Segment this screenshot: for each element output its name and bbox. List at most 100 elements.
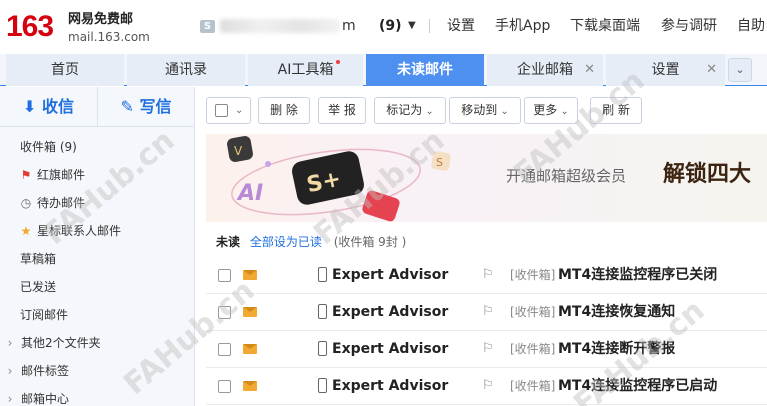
sidebar-item-other-folders[interactable]: › 其他2个文件夹 [0,329,194,357]
mail-subject[interactable]: MT4连接监控程序已启动 [558,377,717,395]
mail-subject[interactable]: MT4连接监控程序已关闭 [558,266,717,284]
sidebar-item-label: 已发送 [20,280,57,294]
mobile-phone-icon [318,378,327,393]
tab-unread-mail[interactable]: 未读邮件 [366,54,484,86]
sidebar-item-label: 星标联系人邮件 [37,224,122,238]
tab-bar: 首页 通讯录 AI工具箱 未读邮件 企业邮箱 ✕ 设置 ✕ ⌄ [0,54,767,86]
logo-number[interactable]: 163 [6,10,54,44]
mail-folder-tag: [收件箱] [510,305,556,319]
mail-subject[interactable]: MT4连接恢复通知 [558,303,675,321]
mail-row[interactable]: Expert Advisor ⚐ [收件箱] MT4连接断开警报 [206,331,767,368]
chevron-right-icon: › [7,336,13,350]
tab-label: AI工具箱 [277,62,334,78]
sidebar-item-todo[interactable]: ◷ 待办邮件 [0,189,194,217]
flag-icon[interactable]: ⚐ [482,303,494,321]
write-label: 写信 [139,97,172,116]
sidebar-item-sent[interactable]: 已发送 [0,273,194,301]
logo-domain: mail.163.com [68,30,150,44]
unread-envelope-icon [243,270,257,280]
nav-survey[interactable]: 参与调研 [661,17,717,35]
sidebar-item-label: 邮件标签 [21,364,70,378]
nav-self-service[interactable]: 自助 [737,17,765,35]
tab-enterprise-mail[interactable]: 企业邮箱 ✕ [487,54,603,86]
nav-mobile-app[interactable]: 手机App [495,17,550,35]
refresh-button[interactable]: 刷 新 [590,97,642,124]
sidebar-item-flagged[interactable]: ⚑ 红旗邮件 [0,161,194,189]
mark-all-read-link[interactable]: 全部设为已读 [250,235,322,249]
mail-row[interactable]: Expert Advisor ⚐ [收件箱] MT4连接监控程序已启动 [206,368,767,405]
tab-label: 企业邮箱 [517,62,573,78]
sidebar-item-subscriptions[interactable]: 订阅邮件 [0,301,194,329]
mail-sender: Expert Advisor [332,304,449,320]
delete-button[interactable]: 删 除 [258,97,310,124]
main-panel: ⌄ 删 除 举 报 标记为 ⌄ 移动到 ⌄ 更多 ⌄ 刷 新 V AI S+ S… [196,87,767,406]
more-label: 更多 [533,103,558,117]
write-button[interactable]: ✎ 写信 [97,87,194,127]
red-flag-icon: ⚑ [20,168,32,182]
sidebar-item-label: 订阅邮件 [20,308,69,322]
row-checkbox[interactable] [218,306,231,319]
row-checkbox[interactable] [218,380,231,393]
select-all-checkbox[interactable] [215,104,228,117]
more-button[interactable]: 更多 ⌄ [524,97,578,124]
divider [429,19,430,33]
mobile-phone-icon [318,341,327,356]
chevron-down-icon: ⌄ [497,106,509,117]
banner-title: 解锁四大 [663,162,752,187]
mail-row[interactable]: Expert Advisor ⚐ [收件箱] MT4连接监控程序已关闭 [206,257,767,294]
chevron-right-icon: › [7,364,13,378]
move-to-button[interactable]: 移动到 ⌄ [449,97,521,124]
chevron-down-icon[interactable]: ⌄ [728,58,752,82]
star-icon: ★ [20,224,32,238]
chevron-down-icon[interactable]: ▼ [408,17,416,35]
tab-ai-tools[interactable]: AI工具箱 [248,54,363,86]
mail-sender: Expert Advisor [332,378,449,394]
row-checkbox[interactable] [218,343,231,356]
unread-envelope-icon [243,307,257,317]
mail-row[interactable]: Expert Advisor ⚐ [收件箱] MT4连接恢复通知 [206,294,767,331]
sidebar-item-mail-center[interactable]: › 邮箱中心 [0,385,194,406]
flag-icon[interactable]: ⚐ [482,266,494,284]
chevron-right-icon: › [7,392,13,406]
sidebar-item-label: 其他2个文件夹 [21,336,101,350]
flag-icon[interactable]: ⚐ [482,377,494,395]
tab-contacts[interactable]: 通讯录 [127,54,245,86]
account-name-blurred[interactable] [220,19,340,33]
sidebar-item-label: 收件箱 (9) [20,140,77,154]
nav-settings[interactable]: 设置 [447,17,475,35]
sidebar-item-inbox[interactable]: 收件箱 (9) [0,133,194,161]
receive-label: 收信 [41,97,74,116]
mail-sender: Expert Advisor [332,341,449,357]
mail-folder-tag: [收件箱] [510,342,556,356]
tab-label: 通讯录 [165,62,207,78]
flag-icon[interactable]: ⚐ [482,340,494,358]
vip-banner[interactable]: V AI S+ S 开通邮箱超级会员 解锁四大 [206,134,767,222]
sidebar-item-starred[interactable]: ★ 星标联系人邮件 [0,217,194,245]
chevron-down-icon: ⌄ [557,106,569,117]
tab-home[interactable]: 首页 [6,54,124,86]
mail-toolbar: ⌄ 删 除 举 报 标记为 ⌄ 移动到 ⌄ 更多 ⌄ 刷 新 [196,87,767,133]
report-button[interactable]: 举 报 [318,97,366,124]
nav-desktop-download[interactable]: 下载桌面端 [570,17,640,35]
receive-button[interactable]: ⬇ 收信 [0,87,97,127]
tab-settings[interactable]: 设置 ✕ [606,54,725,86]
account-unread-count[interactable]: (9) [379,17,402,35]
svg-text:V: V [234,144,243,158]
mail-subject[interactable]: MT4连接断开警报 [558,340,675,358]
unread-envelope-icon [243,381,257,391]
account-type-icon: S [200,20,215,33]
sidebar-item-label: 草稿箱 [20,252,57,266]
new-badge-dot [336,60,340,64]
clock-icon: ◷ [20,196,32,210]
sidebar-item-mail-tags[interactable]: › 邮件标签 [0,357,194,385]
row-checkbox[interactable] [218,269,231,282]
sidebar-item-drafts[interactable]: 草稿箱 [0,245,194,273]
tab-label: 设置 [651,62,680,78]
account-name-tail[interactable]: m [342,17,356,35]
select-all-dropdown[interactable]: ⌄ [206,97,251,124]
unread-envelope-icon [243,344,257,354]
close-icon[interactable]: ✕ [706,54,717,86]
chevron-down-icon: ⌄ [422,106,434,117]
close-icon[interactable]: ✕ [584,54,595,86]
mark-as-button[interactable]: 标记为 ⌄ [374,97,446,124]
